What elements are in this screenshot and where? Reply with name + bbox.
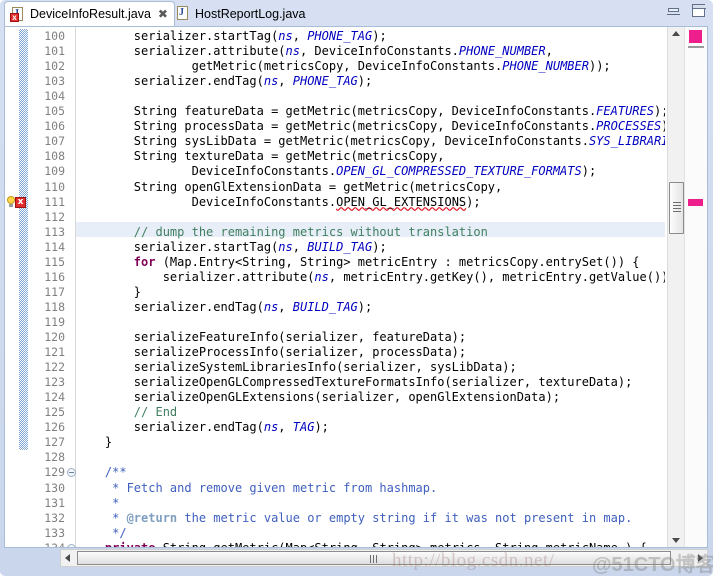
code-line[interactable]: String openGlExtensionData = getMetric(m… xyxy=(76,180,502,195)
line-number: 102 xyxy=(44,59,65,74)
vertical-scroll-thumb[interactable] xyxy=(669,182,684,234)
tab-host-report-log[interactable]: J HostReportLog.java xyxy=(170,1,312,26)
code-line[interactable]: String textureData = getMetric(metricsCo… xyxy=(76,149,445,164)
tab-label: DeviceInfoResult.java xyxy=(30,7,151,21)
code-line[interactable]: getMetric(metricsCopy, DeviceInfoConstan… xyxy=(76,59,611,74)
editor-tab-bar: J x DeviceInfoResult.java ✖ J HostReport… xyxy=(0,0,713,26)
line-number: 103 xyxy=(44,74,65,89)
code-line[interactable]: serializer.startTag(ns, BUILD_TAG); xyxy=(76,240,387,255)
editor-part: J x DeviceInfoResult.java ✖ J HostReport… xyxy=(0,0,713,576)
horizontal-scroll-thumb[interactable] xyxy=(77,551,671,565)
scroll-left-icon[interactable] xyxy=(65,554,70,562)
tab-label: HostReportLog.java xyxy=(195,6,306,21)
code-line[interactable]: serializer.endTag(ns, PHONE_TAG); xyxy=(76,74,372,89)
code-line[interactable]: serializer.attribute(ns, DeviceInfoConst… xyxy=(76,44,553,59)
vertical-scrollbar[interactable] xyxy=(667,27,685,547)
line-number: 120 xyxy=(44,330,65,344)
line-number: 109 xyxy=(44,164,65,179)
line-number: 134 xyxy=(44,540,65,548)
code-line[interactable]: String sysLibData = getMetric(metricsCop… xyxy=(76,134,665,149)
line-number: 105 xyxy=(44,104,65,119)
code-line[interactable]: * xyxy=(76,496,119,511)
code-line[interactable]: DeviceInfoConstants.OPEN_GL_COMPRESSED_T… xyxy=(76,164,597,179)
scroll-down-icon[interactable] xyxy=(672,538,680,543)
line-number: 122 xyxy=(44,360,65,375)
line-number: 133 xyxy=(44,525,65,540)
line-number: 121 xyxy=(44,345,65,360)
code-line[interactable]: */ xyxy=(76,526,126,541)
line-number: 101 xyxy=(44,44,65,59)
code-line[interactable]: private String getMetric(Map<String, Str… xyxy=(76,541,647,547)
code-line[interactable]: String featureData = getMetric(metricsCo… xyxy=(76,104,665,119)
line-number: 106 xyxy=(44,119,65,134)
close-icon[interactable]: ✖ xyxy=(158,8,168,20)
code-line[interactable]: // dump the remaining metrics without tr… xyxy=(76,225,488,240)
window-controls xyxy=(667,4,706,17)
code-line[interactable]: serializer.attribute(ns, metricEntry.get… xyxy=(76,270,665,285)
editor-body: 100 101 102 103 104 105 106 107 108 109 110 111 x 112… xyxy=(4,26,708,548)
maximize-icon[interactable] xyxy=(692,4,706,17)
line-number: 123 xyxy=(44,375,65,390)
overview-ruler[interactable] xyxy=(684,27,707,547)
code-line[interactable]: serializer.endTag(ns, BUILD_TAG); xyxy=(76,300,372,315)
line-number: 125 xyxy=(44,405,65,420)
editor-gutter[interactable]: 100 101 102 103 104 105 106 107 108 109 110 111 x 112… xyxy=(5,27,76,547)
line-number: 112 xyxy=(44,209,65,224)
code-line[interactable]: serializer.startTag(ns, PHONE_TAG); xyxy=(76,29,387,44)
line-number: 104 xyxy=(44,89,65,104)
code-line[interactable]: serializeOpenGLCompressedTextureFormatsI… xyxy=(76,375,633,390)
code-line[interactable]: serializeProcessInfo(serializer, process… xyxy=(76,345,466,360)
error-marker-icon[interactable]: x xyxy=(15,196,26,208)
line-number: 127 xyxy=(44,435,65,450)
scroll-right-icon[interactable] xyxy=(698,554,703,562)
code-line[interactable]: // End xyxy=(76,405,177,420)
minimize-icon[interactable] xyxy=(667,6,680,15)
line-number: 100 xyxy=(44,29,65,43)
line-number: 132 xyxy=(44,510,65,525)
code-line[interactable]: serializer.endTag(ns, TAG); xyxy=(76,420,329,435)
line-number: 107 xyxy=(44,134,65,149)
line-number: 113 xyxy=(44,224,65,239)
overview-separator xyxy=(688,46,704,48)
java-file-error-icon: J x xyxy=(10,6,25,22)
line-number: 129 xyxy=(44,465,65,480)
line-number: 130 xyxy=(44,480,65,495)
line-number: 119 xyxy=(44,314,65,329)
line-number: 110 xyxy=(44,179,65,194)
code-line[interactable]: serializeOpenGLExtensions(serializer, op… xyxy=(76,390,560,405)
line-number: 116 xyxy=(44,269,65,284)
code-text-area[interactable]: serializer.startTag(ns, PHONE_TAG); seri… xyxy=(76,27,665,547)
overview-error-marker[interactable] xyxy=(688,199,703,206)
line-number: 128 xyxy=(44,450,65,465)
fold-collapse-icon[interactable] xyxy=(67,543,76,547)
code-line[interactable]: * Fetch and remove given metric from has… xyxy=(76,481,437,496)
code-line[interactable]: serializeSystemLibrariesInfo(serializer,… xyxy=(76,360,517,375)
scroll-up-icon[interactable] xyxy=(672,31,680,36)
line-number: 118 xyxy=(44,299,65,314)
overview-error-summary-marker[interactable] xyxy=(689,30,702,43)
fold-collapse-icon[interactable] xyxy=(67,468,76,478)
tab-device-info-result[interactable]: J x DeviceInfoResult.java ✖ xyxy=(4,1,175,26)
line-number: 115 xyxy=(44,254,65,269)
line-number: 114 xyxy=(44,239,65,254)
code-line[interactable]: serializeFeatureInfo(serializer, feature… xyxy=(76,330,466,345)
code-line[interactable]: } xyxy=(76,435,112,450)
code-line[interactable]: * @return the metric value or empty stri… xyxy=(76,511,632,526)
line-number: 117 xyxy=(44,284,65,299)
line-number: 108 xyxy=(44,149,65,164)
line-number: 124 xyxy=(44,390,65,405)
java-file-icon: J xyxy=(176,6,190,21)
horizontal-scrollbar[interactable] xyxy=(60,549,708,567)
line-number: 126 xyxy=(44,420,65,435)
code-line[interactable]: } xyxy=(76,285,141,300)
code-line[interactable]: /** xyxy=(76,465,127,480)
code-line[interactable]: String processData = getMetric(metricsCo… xyxy=(76,119,665,134)
code-line[interactable]: for (Map.Entry<String, String> metricEnt… xyxy=(76,255,640,270)
line-number: 131 xyxy=(44,495,65,510)
code-line[interactable]: DeviceInfoConstants.OPEN_GL_EXTENSIONS); xyxy=(76,195,481,210)
